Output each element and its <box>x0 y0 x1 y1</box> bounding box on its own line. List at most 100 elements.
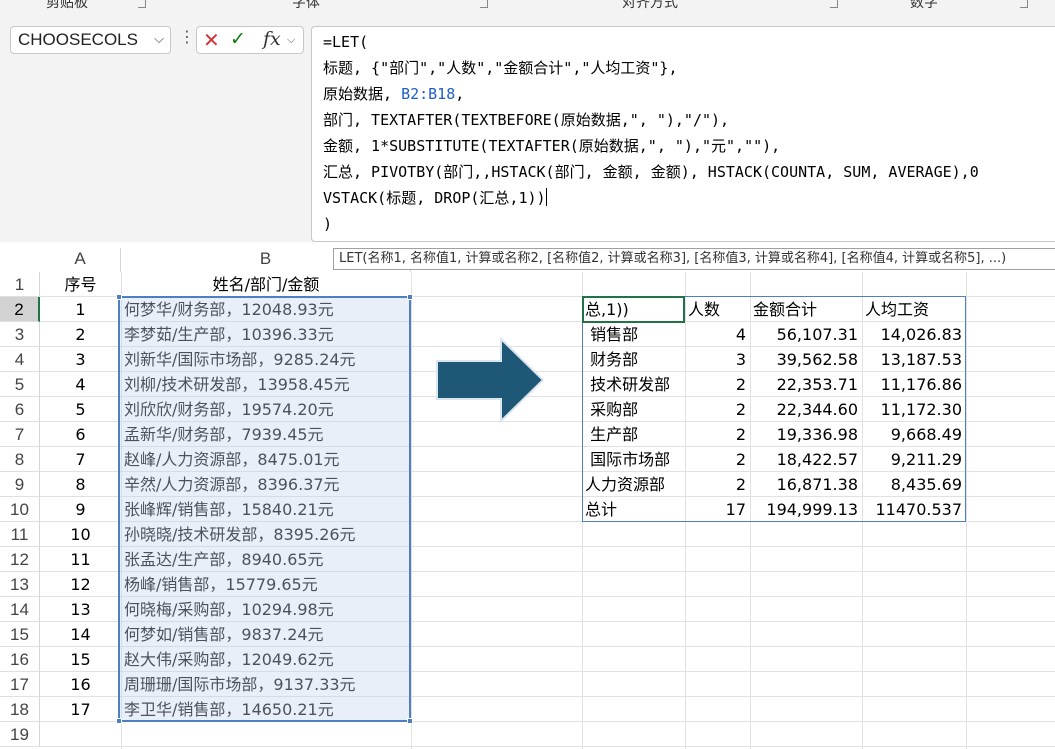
range-handle[interactable] <box>116 718 122 724</box>
range-handle[interactable] <box>407 718 413 724</box>
row-header[interactable]: 9 <box>0 472 40 497</box>
formula-line: 金额, 1*SUBSTITUTE(TEXTAFTER(原始数据,", "),"元… <box>323 133 1055 159</box>
row-header[interactable]: 6 <box>0 397 40 422</box>
result-total-cell[interactable]: 16,871.38 <box>750 472 862 497</box>
index-cell[interactable]: 5 <box>40 397 121 422</box>
alignment-launcher-icon[interactable] <box>830 0 838 8</box>
result-dept-cell[interactable]: 技术研发部 <box>585 372 685 397</box>
formula-line: 原始数据, B2:B18, <box>323 81 1055 107</box>
result-average-cell[interactable]: 8,435.69 <box>862 472 966 497</box>
result-count-cell[interactable]: 2 <box>685 422 750 447</box>
name-box[interactable]: CHOOSECOLS ⌵ <box>10 26 171 54</box>
result-dept-cell[interactable]: 销售部 <box>585 322 685 347</box>
result-total-cell[interactable]: 39,562.58 <box>750 347 862 372</box>
row-header[interactable]: 19 <box>0 722 40 747</box>
index-cell[interactable]: 10 <box>40 522 121 547</box>
index-cell[interactable]: 6 <box>40 422 121 447</box>
index-cell[interactable]: 11 <box>40 547 121 572</box>
index-cell[interactable]: 4 <box>40 372 121 397</box>
index-cell[interactable]: 7 <box>40 447 121 472</box>
active-cell[interactable] <box>582 296 685 323</box>
row-header[interactable]: 12 <box>0 547 40 572</box>
result-count-cell[interactable]: 2 <box>685 447 750 472</box>
result-header-count[interactable]: 人数 <box>688 297 750 322</box>
result-dept-cell[interactable]: 人力资源部 <box>585 472 685 497</box>
result-total-cell[interactable]: 56,107.31 <box>750 322 862 347</box>
result-dept-cell[interactable]: 采购部 <box>585 397 685 422</box>
index-cell[interactable]: 3 <box>40 347 121 372</box>
result-header-average[interactable]: 人均工资 <box>865 297 966 322</box>
font-launcher-icon[interactable] <box>480 0 488 8</box>
row-header[interactable]: 18 <box>0 697 40 722</box>
index-cell[interactable]: 1 <box>40 297 121 322</box>
range-handle[interactable] <box>407 294 413 300</box>
row-header[interactable]: 17 <box>0 672 40 697</box>
index-cell[interactable]: 2 <box>40 322 121 347</box>
text-cursor <box>545 188 547 206</box>
result-count-cell[interactable]: 2 <box>685 397 750 422</box>
ribbon-group-alignment: 对齐方式 <box>622 0 678 11</box>
row-header[interactable]: 7 <box>0 422 40 447</box>
range-handle[interactable] <box>116 294 122 300</box>
row-header[interactable]: 15 <box>0 622 40 647</box>
index-cell[interactable]: 13 <box>40 597 121 622</box>
row-header[interactable]: 3 <box>0 322 40 347</box>
result-average-cell[interactable]: 9,668.49 <box>862 422 966 447</box>
result-total-cell[interactable]: 22,353.71 <box>750 372 862 397</box>
enter-check-icon[interactable]: ✓ <box>230 28 246 50</box>
more-options-icon[interactable]: ⋮ <box>179 29 195 45</box>
formula-line: VSTACK(标题, DROP(汇总,1)) <box>323 185 1055 211</box>
row-header[interactable]: 14 <box>0 597 40 622</box>
result-average-cell[interactable]: 11470.537 <box>862 497 966 522</box>
row-header[interactable]: 8 <box>0 447 40 472</box>
result-average-cell[interactable]: 11,176.86 <box>862 372 966 397</box>
result-count-cell[interactable]: 17 <box>685 497 750 522</box>
insert-function-icon[interactable]: fx <box>263 28 281 50</box>
index-cell[interactable]: 16 <box>40 672 121 697</box>
index-cell[interactable]: 17 <box>40 697 121 722</box>
result-dept-cell[interactable]: 总计 <box>585 497 685 522</box>
result-header-total[interactable]: 金额合计 <box>753 297 862 322</box>
gridline <box>966 272 967 749</box>
row-header[interactable]: 1 <box>0 272 40 297</box>
cancel-icon[interactable]: ✕ <box>203 28 220 52</box>
row-header[interactable]: 2 <box>0 297 40 322</box>
chevron-down-icon[interactable]: ⌵ <box>287 33 295 47</box>
formula-text: , <box>455 85 465 103</box>
result-count-cell[interactable]: 2 <box>685 472 750 497</box>
result-total-cell[interactable]: 19,336.98 <box>750 422 862 447</box>
result-total-cell[interactable]: 194,999.13 <box>750 497 862 522</box>
result-dept-cell[interactable]: 财务部 <box>585 347 685 372</box>
column-header-a[interactable]: A <box>40 248 121 272</box>
index-cell[interactable]: 12 <box>40 572 121 597</box>
index-cell[interactable]: 14 <box>40 622 121 647</box>
row-header[interactable]: 4 <box>0 347 40 372</box>
result-count-cell[interactable]: 3 <box>685 347 750 372</box>
result-average-cell[interactable]: 11,172.30 <box>862 397 966 422</box>
result-dept-cell[interactable]: 生产部 <box>585 422 685 447</box>
result-average-cell[interactable]: 13,187.53 <box>862 347 966 372</box>
header-cell-index[interactable]: 序号 <box>40 272 121 297</box>
clipboard-launcher-icon[interactable] <box>138 0 146 8</box>
chevron-down-icon[interactable]: ⌵ <box>154 31 164 47</box>
result-average-cell[interactable]: 9,211.29 <box>862 447 966 472</box>
result-count-cell[interactable]: 4 <box>685 322 750 347</box>
result-dept-cell[interactable]: 国际市场部 <box>585 447 685 472</box>
header-cell-name-dept-amount[interactable]: 姓名/部门/金额 <box>121 272 411 297</box>
worksheet-grid[interactable]: A B LET(名称1, 名称值1, 计算或名称2, [名称值2, 计算或名称3… <box>0 242 1055 749</box>
row-header[interactable]: 11 <box>0 522 40 547</box>
row-header[interactable]: 16 <box>0 647 40 672</box>
formula-line: =LET( <box>323 29 1055 55</box>
row-header[interactable]: 10 <box>0 497 40 522</box>
index-cell[interactable]: 9 <box>40 497 121 522</box>
formula-input[interactable]: =LET(标题, {"部门","人数","金额合计","人均工资"}, 原始数据,… <box>311 26 1055 242</box>
index-cell[interactable]: 15 <box>40 647 121 672</box>
result-average-cell[interactable]: 14,026.83 <box>862 322 966 347</box>
row-header[interactable]: 5 <box>0 372 40 397</box>
number-launcher-icon[interactable] <box>1020 0 1028 8</box>
row-header[interactable]: 13 <box>0 572 40 597</box>
result-total-cell[interactable]: 22,344.60 <box>750 397 862 422</box>
result-total-cell[interactable]: 18,422.57 <box>750 447 862 472</box>
index-cell[interactable]: 8 <box>40 472 121 497</box>
result-count-cell[interactable]: 2 <box>685 372 750 397</box>
